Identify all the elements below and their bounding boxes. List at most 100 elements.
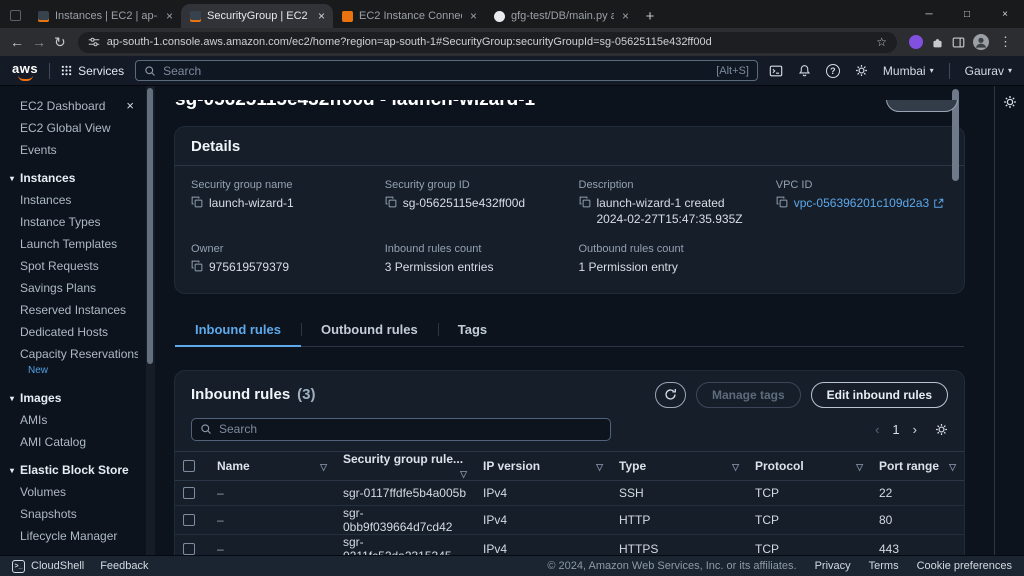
column-header-name[interactable]: Name ▽ [209,450,335,481]
notifications-bell-icon[interactable] [798,64,811,77]
column-header-protocol[interactable]: Protocol ▽ [747,450,871,481]
site-info-icon[interactable] [88,36,100,48]
address-bar[interactable]: ap-south-1.console.aws.amazon.com/ec2/ho… [77,31,897,53]
sidebar-item-instances[interactable]: Instances [0,189,146,211]
cookie-preferences-link[interactable]: Cookie preferences [917,560,1012,572]
privacy-link[interactable]: Privacy [815,560,851,572]
cloudshell-button[interactable]: >_ CloudShell [12,559,84,573]
extension-circle-icon[interactable] [909,35,923,49]
help-icon[interactable]: ? [825,63,840,78]
prev-page-icon[interactable]: ‹ [875,422,879,437]
sidebar-item-savings-plans[interactable]: Savings Plans [0,277,146,299]
copy-icon[interactable] [385,196,397,208]
browser-menu-icon[interactable]: ⋮ [997,34,1014,50]
tab-inbound-rules[interactable]: Inbound rules [175,313,301,347]
maximize-button[interactable]: □ [948,0,986,28]
table-row[interactable]: – sgr-0211fc52da2315345 IPv4 HTTPS TCP 4… [175,534,964,555]
copy-icon[interactable] [191,260,203,272]
table-row[interactable]: – sgr-0bb9f039664d7cd42 IPv4 HTTP TCP 80 [175,505,964,535]
filter-icon[interactable]: ▽ [460,469,467,480]
sidebar-item-ami-catalog[interactable]: AMI Catalog [0,431,146,453]
rules-search-input[interactable] [219,422,602,437]
sidebar-item-lifecycle-manager[interactable]: Lifecycle Manager [0,525,146,547]
row-checkbox[interactable] [183,543,195,555]
filter-icon[interactable]: ▽ [949,462,956,473]
minimize-button[interactable]: ─ [910,0,948,28]
sidebar-close-icon[interactable]: × [122,98,138,113]
sidebar-item-snapshots[interactable]: Snapshots [0,503,146,525]
scrollbar-thumb[interactable] [147,88,153,364]
copy-icon[interactable] [579,196,591,208]
tab-close-icon[interactable]: × [316,10,327,22]
select-all-checkbox[interactable] [183,460,195,473]
refresh-button[interactable]: ↻ [54,35,66,49]
column-header-port-range[interactable]: Port range ▽ [871,450,964,481]
side-panel-icon[interactable] [952,36,965,49]
table-preferences-gear-icon[interactable] [935,423,948,436]
sidebar-item-spot-requests[interactable]: Spot Requests [0,255,146,277]
extensions-puzzle-icon[interactable] [931,36,944,49]
browser-tab-github[interactable]: gfg-test/DB/main.py at main -... × [485,4,637,28]
sidebar-item-ec2-dashboard[interactable]: EC2 Dashboard × [0,94,146,117]
row-checkbox[interactable] [183,487,195,500]
tab-tags[interactable]: Tags [437,313,507,346]
console-search[interactable]: [Alt+S] [135,60,758,81]
sidebar-section-images[interactable]: ▾ Images [0,381,146,409]
sidebar-item-instance-types[interactable]: Instance Types [0,211,146,233]
new-tab-button[interactable]: + [637,4,663,28]
sidebar-item-volumes[interactable]: Volumes [0,481,146,503]
settings-gear-icon[interactable] [855,64,868,77]
edit-inbound-rules-button[interactable]: Edit inbound rules [810,381,948,408]
copy-icon[interactable] [191,196,203,208]
sidebar-item-ec2-global-view[interactable]: EC2 Global View [0,117,146,139]
column-header-type[interactable]: Type ▽ [611,450,747,481]
user-menu[interactable]: Gaurav ▾ [965,64,1012,78]
column-header-rule-id[interactable]: Security group rule... ▽ [335,450,475,481]
bookmark-star-icon[interactable]: ☆ [876,35,887,49]
services-menu[interactable]: Services [61,64,124,78]
sidebar-item-dedicated-hosts[interactable]: Dedicated Hosts [0,321,146,343]
refresh-button[interactable] [654,381,686,408]
table-row[interactable]: – sgr-0117ffdfe5b4a005b IPv4 SSH TCP 22 [175,480,964,506]
search-input[interactable] [163,63,710,78]
browser-tab-instances[interactable]: Instances | EC2 | ap-south-1 × [29,4,181,28]
tab-close-icon[interactable]: × [468,10,479,22]
back-button[interactable]: ← [10,35,24,49]
sidebar-section-ebs[interactable]: ▾ Elastic Block Store [0,453,146,481]
filter-icon[interactable]: ▽ [596,462,603,473]
aws-logo[interactable]: aws [12,61,38,81]
copy-icon[interactable] [776,196,788,208]
actions-button[interactable] [886,100,958,112]
manage-tags-button[interactable]: Manage tags [695,381,801,408]
browser-tab-instance-connect[interactable]: EC2 Instance Connect | ap-sout... × [333,4,485,28]
filter-icon[interactable]: ▽ [732,462,739,473]
sidebar-item-amis[interactable]: AMIs [0,409,146,431]
panel-settings-gear-icon[interactable] [1003,95,1017,109]
vpc-link[interactable]: vpc-056396201c109d2a3 [794,195,944,211]
column-header-ip-version[interactable]: IP version ▽ [475,450,611,481]
filter-icon[interactable]: ▽ [856,462,863,473]
tab-outbound-rules[interactable]: Outbound rules [300,313,438,346]
sidebar-item-capacity-reservations[interactable]: Capacity Reservations [0,343,146,365]
next-page-icon[interactable]: › [913,422,917,437]
sidebar-item-launch-templates[interactable]: Launch Templates [0,233,146,255]
tab-close-icon[interactable]: × [620,10,631,22]
sidebar-scrollbar[interactable] [146,86,155,555]
row-checkbox[interactable] [183,514,195,527]
filter-icon[interactable]: ▽ [320,462,327,473]
current-page[interactable]: 1 [892,422,899,437]
terms-link[interactable]: Terms [869,560,899,572]
region-selector[interactable]: Mumbai ▾ [883,64,934,78]
tab-close-icon[interactable]: × [164,10,175,22]
close-button[interactable]: × [986,0,1024,28]
browser-tab-securitygroup[interactable]: SecurityGroup | EC2 | ap-south-... × [181,4,333,28]
sidebar-item-reserved-instances[interactable]: Reserved Instances [0,299,146,321]
sidebar-section-network-security[interactable]: ▾Network & Security [0,547,146,555]
profile-avatar[interactable] [973,34,989,50]
forward-button[interactable]: → [32,35,46,49]
cloudshell-icon[interactable] [769,64,783,78]
feedback-link[interactable]: Feedback [100,560,148,572]
sidebar-item-events[interactable]: Events [0,139,146,161]
rules-search[interactable] [191,417,611,441]
sidebar-section-instances[interactable]: ▾ Instances [0,161,146,189]
